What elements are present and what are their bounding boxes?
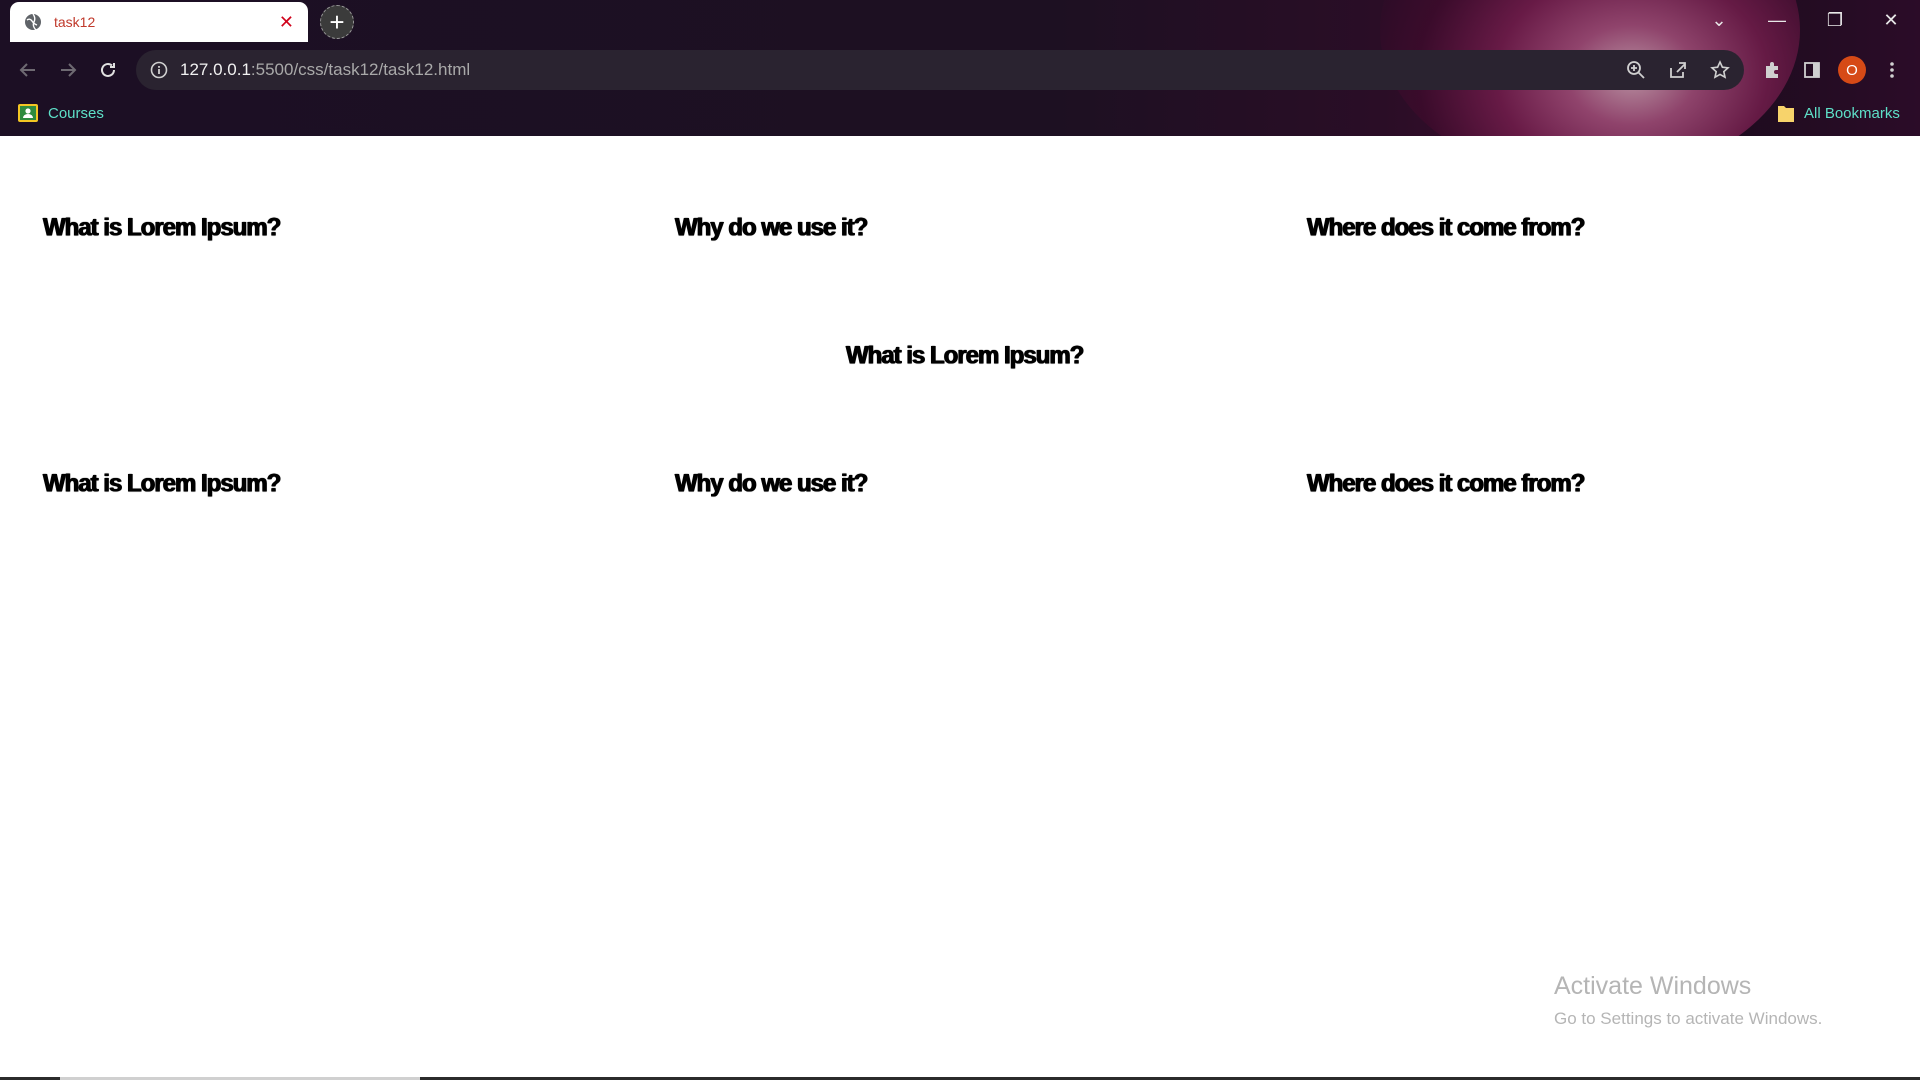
heading-row2-col3: Where does it come from? [1307, 469, 1585, 498]
arrow-right-icon [61, 63, 77, 77]
kebab-menu-icon [1890, 62, 1894, 78]
site-info-icon[interactable] [150, 61, 168, 79]
heading-row2-col1: What is Lorem Ipsum? [43, 469, 281, 498]
browser-chrome: task12 ✕ + ⌄ — ❐ ✕ 127.0.0.1:5500/css/ta… [0, 0, 1920, 136]
page-content: What is Lorem Ipsum? Why do we use it? W… [0, 136, 1920, 1080]
close-window-button[interactable]: ✕ [1862, 0, 1920, 40]
arrow-left-icon [19, 63, 35, 77]
heading-row1-col1: What is Lorem Ipsum? [43, 213, 281, 242]
zoom-icon[interactable] [1626, 60, 1646, 80]
reload-button[interactable] [94, 56, 122, 84]
bookmark-courses[interactable]: Courses [18, 98, 104, 128]
bookmarks-bar: Courses All Bookmarks [0, 98, 1920, 128]
new-tab-button[interactable]: + [320, 5, 354, 39]
extensions-button[interactable] [1758, 56, 1786, 84]
activate-windows-watermark: Activate Windows Go to Settings to activ… [1554, 972, 1822, 1029]
tab-search-chevron-icon[interactable]: ⌄ [1690, 0, 1748, 40]
tab-title: task12 [54, 14, 96, 30]
menu-button[interactable] [1878, 56, 1906, 84]
heading-row1-col3: Where does it come from? [1307, 213, 1585, 242]
forward-button[interactable] [54, 56, 82, 84]
minimize-button[interactable]: — [1748, 0, 1806, 40]
all-bookmarks-label: All Bookmarks [1804, 104, 1900, 122]
url-host: 127.0.0.1 [180, 60, 251, 79]
bookmark-courses-label: Courses [48, 104, 104, 122]
side-panel-icon [1804, 62, 1820, 78]
url-path: :5500/css/task12/task12.html [250, 60, 471, 79]
restore-button[interactable]: ❐ [1806, 0, 1864, 40]
star-icon[interactable] [1710, 60, 1730, 80]
heading-row1-col2: Why do we use it? [675, 213, 868, 242]
classroom-icon [18, 104, 38, 122]
watermark-title: Activate Windows [1554, 972, 1752, 1000]
back-button[interactable] [14, 56, 42, 84]
puzzle-icon [1766, 62, 1778, 78]
side-panel-button[interactable] [1798, 56, 1826, 84]
all-bookmarks[interactable]: All Bookmarks [1778, 98, 1900, 128]
watermark-subtitle: Go to Settings to activate Windows. [1554, 1009, 1823, 1028]
heading-row2-col2: Why do we use it? [675, 469, 868, 498]
folder-icon [1778, 106, 1794, 122]
close-tab-icon[interactable]: ✕ [279, 13, 294, 31]
share-icon[interactable] [1668, 60, 1688, 80]
profile-avatar[interactable]: O [1838, 56, 1866, 84]
reload-icon [101, 62, 115, 77]
heading-center: What is Lorem Ipsum? [846, 341, 1084, 370]
address-bar[interactable]: 127.0.0.1:5500/css/task12/task12.html [136, 50, 1744, 90]
tab-task12[interactable]: task12 ✕ [10, 2, 308, 42]
globe-icon [25, 13, 41, 31]
